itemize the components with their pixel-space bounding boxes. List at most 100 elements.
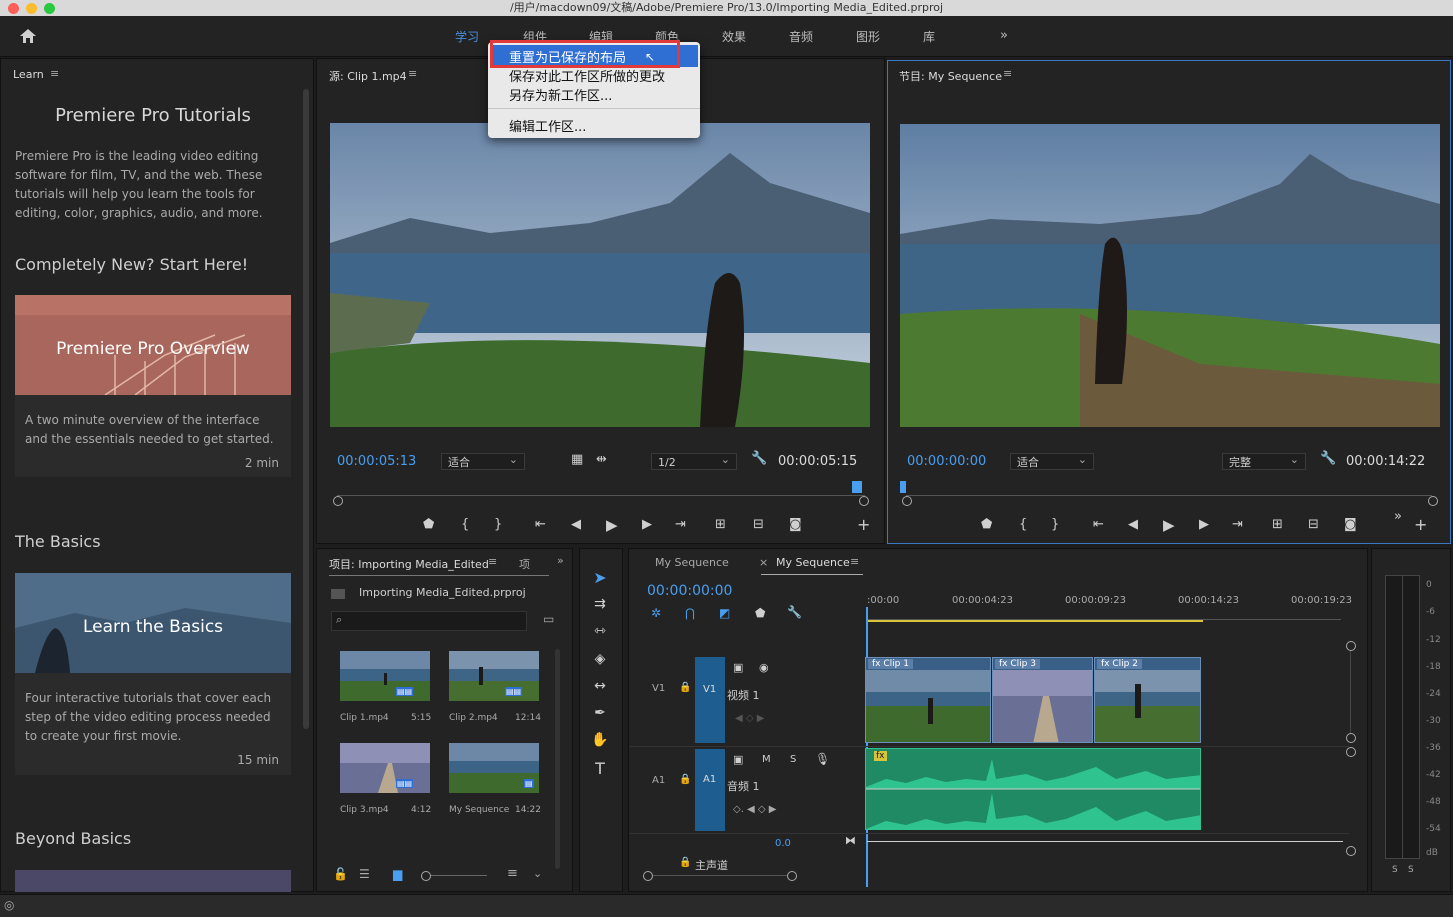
vertical-zoom-handle[interactable] (1346, 846, 1356, 856)
prev-keyframe-icon[interactable]: ◀ ◇ ▶ (735, 713, 764, 724)
timeline-playhead[interactable] (866, 607, 868, 887)
icon-view-icon[interactable]: ▆ (393, 867, 402, 881)
more-tabs-icon[interactable]: » (557, 554, 564, 567)
zoom-slider[interactable] (431, 875, 487, 876)
vertical-zoom-handle[interactable] (1346, 747, 1356, 757)
panel-menu-icon[interactable]: ≡ (1003, 67, 1012, 80)
sync-lock-icon[interactable]: ▣ (733, 753, 743, 766)
timeline-ruler[interactable] (867, 611, 1341, 620)
program-playhead[interactable] (900, 481, 906, 493)
nest-icon[interactable]: ✲ (651, 606, 661, 620)
new-bin-icon[interactable]: ▭ (543, 612, 554, 626)
mark-out-icon[interactable]: } (1051, 517, 1059, 532)
solo-button[interactable]: S (790, 754, 796, 765)
slip-tool-icon[interactable]: ↔ (590, 678, 610, 694)
zoom-slider-handle[interactable] (421, 871, 431, 881)
project-search-input[interactable]: ⌕ (331, 611, 527, 631)
timeline-clip-3[interactable]: fx Clip 3 (992, 657, 1093, 743)
menu-item-save-as-new[interactable]: 另存为新工作区... (509, 85, 612, 104)
close-window-button[interactable] (8, 3, 19, 14)
go-to-in-icon[interactable]: ⇤ (1093, 517, 1104, 532)
track-lock-icon[interactable]: 🔒 (679, 774, 691, 785)
razor-tool-icon[interactable]: ◈ (590, 651, 610, 667)
project-tab-2[interactable]: 项 (519, 556, 530, 572)
tutorial-card-overview[interactable]: Premiere Pro Overview A two minute overv… (15, 295, 291, 477)
type-tool-icon[interactable]: T (590, 759, 610, 778)
horizontal-scrollbar[interactable] (653, 875, 787, 876)
source-time-ruler[interactable] (337, 495, 865, 496)
sync-lock-icon[interactable]: ▣ (733, 661, 743, 674)
button-editor-icon[interactable]: + (857, 515, 870, 534)
sort-icon[interactable]: ≡ (507, 866, 518, 881)
thumbnail-clip-3[interactable] (340, 743, 430, 793)
play-icon[interactable]: ▶ (606, 516, 618, 534)
workspace-tab-libraries[interactable]: 库 (923, 28, 935, 45)
tutorial-card-beyond[interactable] (15, 870, 291, 892)
workspace-tab-learn[interactable]: 学习 (455, 28, 479, 45)
mute-button[interactable]: M (762, 754, 771, 765)
export-frame-settings-icon[interactable]: ▦ (571, 452, 583, 467)
wrench-icon[interactable]: 🔧 (787, 605, 802, 619)
horizontal-zoom-handle[interactable] (643, 871, 653, 881)
list-view-icon[interactable]: ☰ (359, 867, 370, 881)
lift-icon[interactable]: ⊞ (1272, 517, 1283, 532)
close-tab-icon[interactable]: × (759, 556, 768, 569)
wrench-icon[interactable]: 🔧 (751, 451, 767, 466)
minimize-window-button[interactable] (26, 3, 37, 14)
project-scrollbar[interactable] (555, 649, 560, 869)
hand-tool-icon[interactable]: ✋ (590, 732, 610, 748)
zoom-window-button[interactable] (44, 3, 55, 14)
insert-icon[interactable]: ⇹ (596, 452, 607, 467)
master-volume[interactable]: 0.0 (775, 838, 791, 849)
linked-selection-icon[interactable]: ◩ (719, 606, 730, 620)
workspace-tab-effects[interactable]: 效果 (722, 28, 746, 45)
program-tab[interactable]: 节目: My Sequence (899, 68, 1002, 84)
source-playhead[interactable] (852, 481, 862, 493)
add-marker-icon[interactable]: ⬟ (981, 517, 992, 532)
source-fit-dropdown[interactable]: 适合 (441, 451, 525, 470)
keyframe-icon[interactable]: ◇. ◀ ◇ ▶ (733, 804, 776, 815)
timeline-audio-clip[interactable]: fx (865, 748, 1201, 830)
program-time-ruler[interactable] (906, 495, 1432, 496)
snap-icon[interactable]: ⋂ (685, 606, 695, 620)
sort-dropdown-icon[interactable]: ⌄ (533, 867, 542, 880)
source-tab[interactable]: 源: Clip 1.mp4 (329, 68, 407, 84)
selection-tool-icon[interactable]: ➤ (590, 568, 610, 587)
zoom-handle-left[interactable] (902, 496, 912, 506)
panel-menu-icon[interactable]: ≡ (408, 67, 417, 80)
more-controls-icon[interactable]: » (1394, 509, 1402, 524)
thumbnail-clip-2[interactable] (449, 651, 539, 701)
program-fit-dropdown[interactable]: 适合 (1010, 451, 1094, 470)
project-tab[interactable]: 项目: Importing Media_Edited (329, 556, 489, 572)
panel-menu-icon[interactable]: ≡ (50, 67, 59, 80)
step-forward-icon[interactable]: ▶ (1199, 517, 1209, 532)
source-playhead-timecode[interactable]: 00:00:05:13 (337, 454, 416, 469)
solo-left-button[interactable]: S (1392, 865, 1398, 875)
mark-out-icon[interactable]: } (494, 517, 502, 532)
mark-in-icon[interactable]: { (461, 517, 469, 532)
learn-tab[interactable]: Learn (13, 68, 44, 81)
timeline-tab-inactive[interactable]: My Sequence (655, 556, 729, 569)
button-editor-icon[interactable]: + (1414, 515, 1427, 534)
go-to-in-icon[interactable]: ⇤ (535, 517, 546, 532)
timeline-timecode[interactable]: 00:00:00:00 (647, 583, 732, 599)
workspace-tab-graphics[interactable]: 图形 (856, 28, 880, 45)
track-lock-icon[interactable]: 🔒 (679, 857, 691, 868)
eye-icon[interactable]: ◉ (759, 661, 769, 674)
zoom-handle-right[interactable] (1428, 496, 1438, 506)
overwrite-clip-icon[interactable]: ⊟ (753, 517, 764, 532)
horizontal-zoom-handle[interactable] (787, 871, 797, 881)
step-forward-icon[interactable]: ▶ (642, 517, 652, 532)
zoom-handle-left[interactable] (333, 496, 343, 506)
v1-source-label[interactable]: V1 (652, 683, 665, 694)
microphone-icon[interactable]: 🎙 (815, 752, 830, 766)
lock-icon[interactable]: 🔓 (333, 867, 348, 881)
menu-item-save-changes[interactable]: 保存对此工作区所做的更改 (509, 66, 665, 85)
vertical-zoom-handle[interactable] (1346, 733, 1356, 743)
step-back-icon[interactable]: ◀ (571, 517, 581, 532)
tutorial-card-basics[interactable]: Learn the Basics Four interactive tutori… (15, 573, 291, 775)
camera-icon[interactable]: ◙ (1344, 517, 1357, 532)
go-to-out-icon[interactable]: ⇥ (1232, 517, 1243, 532)
home-icon[interactable] (19, 28, 37, 44)
extract-icon[interactable]: ⊟ (1308, 517, 1319, 532)
